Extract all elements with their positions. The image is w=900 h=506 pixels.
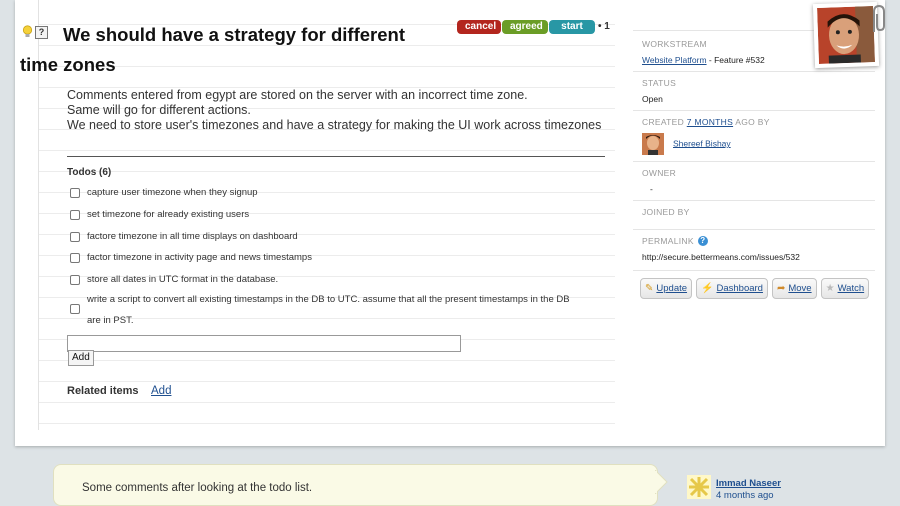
creator-photo-image [817, 6, 875, 64]
move-button[interactable]: ➦ Move [771, 278, 817, 299]
todo-checkbox[interactable] [70, 275, 80, 285]
status-buttons: cancel agreed start [457, 20, 596, 34]
action-toolbar: ✎ Update ⚡ Dashboard ➦ Move ★ Watch [640, 278, 873, 299]
joined-label: JOINED BY [642, 207, 690, 217]
todo-item: set timezone for already existing users [70, 209, 249, 220]
todo-label: set timezone for already existing users [87, 209, 250, 220]
pencil-icon: ✎ [645, 283, 654, 294]
new-todo-input[interactable] [67, 335, 461, 352]
commenter-link[interactable]: Immad Naseer [716, 478, 781, 489]
agreed-button[interactable]: agreed [502, 20, 548, 34]
created-suffix: AGO BY [733, 117, 770, 127]
todo-label: store all dates in UTC format in the dat… [87, 274, 279, 285]
commenter-avatar[interactable] [687, 475, 711, 499]
todo-checkbox[interactable] [70, 210, 80, 220]
comment-pointer [655, 470, 668, 494]
todo-item: write a script to convert all existing t… [70, 289, 580, 331]
todo-item: factor timezone in activity page and new… [70, 252, 312, 263]
start-button[interactable]: start [549, 20, 595, 34]
todo-label: capture user timezone when they signup [87, 187, 258, 198]
creator-avatar[interactable] [642, 133, 664, 155]
arrow-icon: ➦ [776, 283, 786, 294]
todo-checkbox[interactable] [70, 232, 80, 242]
comment-text: Some comments after looking at the todo … [82, 482, 313, 494]
created-prefix: CREATED [642, 117, 687, 127]
created-time-link[interactable]: 7 MONTHS [687, 117, 733, 127]
todo-item: factore timezone in all time displays on… [70, 231, 298, 242]
owner-label: OWNER [642, 168, 677, 178]
permalink-label: PERMALINK [642, 236, 694, 246]
status-label: STATUS [642, 78, 677, 88]
cancel-button[interactable]: cancel [457, 20, 501, 34]
add-related-link[interactable]: Add [151, 385, 171, 397]
issue-description: Comments entered from egypt are stored o… [67, 88, 607, 133]
description-line: We need to store user's timezones and ha… [67, 118, 602, 132]
description-line: Comments entered from egypt are stored o… [67, 88, 528, 102]
paperclip-icon [873, 4, 885, 32]
vote-count: • 1 [598, 21, 610, 32]
divider [67, 156, 605, 157]
todo-label: factor timezone in activity page and new… [87, 252, 312, 263]
workstream-suffix: - Feature #532 [706, 55, 765, 65]
todo-checkbox[interactable] [70, 188, 80, 198]
todo-checkbox[interactable] [70, 253, 80, 263]
watch-button[interactable]: ★ Watch [820, 278, 870, 299]
bolt-icon: ⚡ [701, 283, 714, 294]
status-value: Open [642, 94, 663, 104]
owner-value: - [650, 184, 653, 194]
todos-header: Todos (6) [67, 167, 112, 178]
todo-checkbox[interactable] [70, 304, 80, 314]
issue-title: We should have a strategy for different … [20, 24, 405, 75]
dashboard-button[interactable]: ⚡ Dashboard [696, 278, 768, 299]
description-line: Same will go for different actions. [67, 103, 251, 117]
add-todo-button[interactable]: Add [68, 350, 94, 366]
todo-item: capture user timezone when they signup [70, 187, 258, 198]
permalink-help-icon[interactable]: ? [697, 236, 708, 246]
todo-label: write a script to convert all existing t… [87, 294, 570, 326]
todo-item: store all dates in UTC format in the dat… [70, 274, 278, 285]
related-items-label: Related items [67, 385, 139, 397]
star-icon: ★ [825, 283, 835, 294]
creator-link[interactable]: Shereef Bishay [673, 138, 731, 148]
update-button[interactable]: ✎ Update [640, 278, 693, 299]
permalink-value[interactable]: http://secure.bettermeans.com/issues/532 [642, 252, 866, 262]
todo-label: factore timezone in all time displays on… [87, 231, 298, 242]
workstream-link[interactable]: Website Platform [642, 55, 707, 65]
